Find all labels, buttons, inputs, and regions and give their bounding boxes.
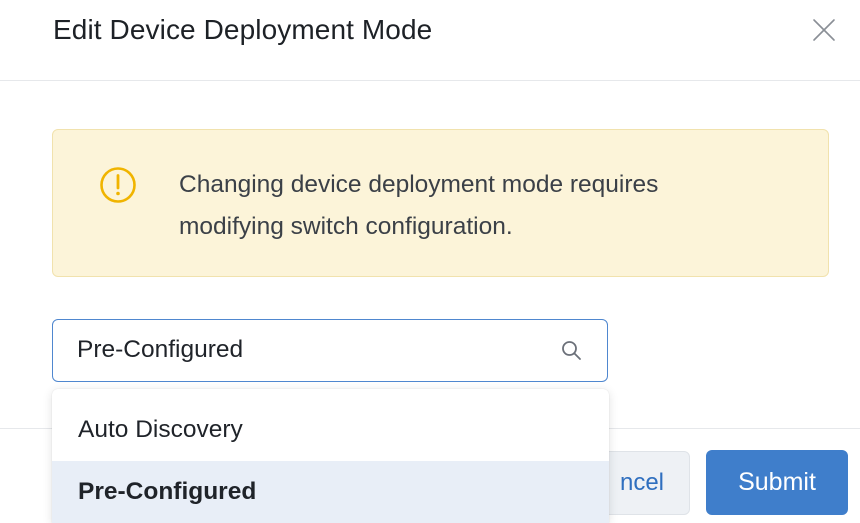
dialog-header: Edit Device Deployment Mode (0, 0, 860, 81)
warning-circle-icon (98, 165, 138, 205)
option-pre-configured[interactable]: Pre-Configured (52, 461, 609, 523)
close-icon[interactable] (808, 14, 840, 46)
alert-message-line-1: Changing device deployment mode requires (179, 171, 659, 198)
dialog-title: Edit Device Deployment Mode (53, 14, 433, 45)
search-icon (559, 338, 585, 364)
edit-deployment-mode-dialog: Edit Device Deployment Mode Changing dev… (0, 0, 860, 523)
deployment-mode-select[interactable]: Pre-Configured (52, 319, 608, 382)
warning-alert: Changing device deployment mode requires… (52, 129, 829, 277)
alert-message-line-2: modifying switch configuration. (179, 213, 513, 240)
alert-message: Changing device deployment mode requires… (179, 164, 779, 248)
select-dropdown-menu: Auto Discovery Pre-Configured (52, 389, 609, 523)
submit-button[interactable]: Submit (706, 450, 848, 515)
option-auto-discovery[interactable]: Auto Discovery (52, 399, 609, 461)
select-value: Pre-Configured (77, 336, 244, 363)
